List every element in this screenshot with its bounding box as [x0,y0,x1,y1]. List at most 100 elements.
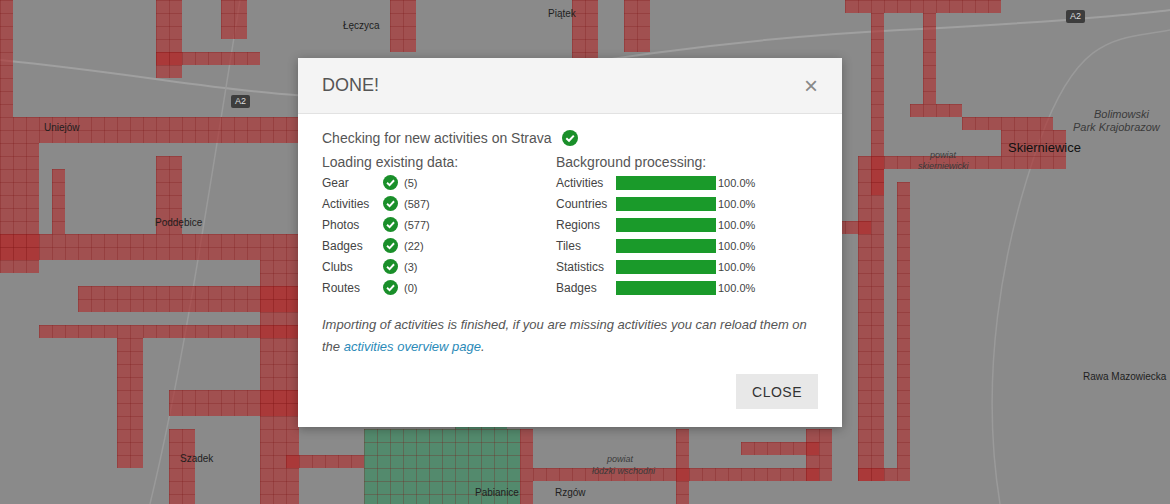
place-label: powiat [930,150,956,161]
progress-bar [616,260,716,274]
dialog-header: DONE! × [298,58,842,114]
place-label: łódzki wschodni [592,466,655,477]
place-label: Rawa Mazowiecka [1083,371,1166,383]
visited-tile-area [0,234,312,260]
tile-grid [910,104,962,117]
visited-tile-area [845,0,1001,13]
place-label: Poddębice [155,217,202,229]
visited-tile-area [0,117,299,143]
loading-count: (3) [404,261,417,273]
place-label: Szadek [180,453,213,465]
activities-link[interactable]: activities overview page [344,339,481,354]
progress-bar [616,281,716,295]
tile-grid [624,0,650,52]
tile-grid [572,0,598,65]
tile-grid [676,429,689,504]
processing-label: Countries [556,197,616,211]
check-icon [383,175,398,190]
roads [0,0,1170,504]
place-label: Łęczyca [343,20,380,32]
visited-tile-area [221,0,247,39]
progress-reading: 100.0% [718,261,755,273]
processing-label: Badges [556,281,616,295]
tile-grid [117,338,143,468]
check-label: Checking for new activities on Strava [322,130,552,146]
visited-tile-area [897,182,910,468]
progress-reading: 100.0% [718,219,755,231]
check-icon [383,259,398,274]
loading-count: (577) [404,219,430,231]
processing-label: Regions [556,218,616,232]
visited-tile-area [858,169,884,481]
processing-column: Background processing: Activities 100.0%… [556,152,755,298]
road-shield: A2 [231,95,250,108]
tile-grid [156,52,260,65]
place-label: powiat [607,454,633,465]
progress-fill [616,239,716,253]
progress-bar [616,197,716,211]
check-icon [562,130,578,146]
import-dialog: DONE! × Checking for new activities on S… [298,58,842,427]
loading-count: (587) [404,198,430,210]
loading-label: Activities [322,197,383,211]
map[interactable]: ŁęczycaPiątekA2A2UniejówPoddębiceBolimow… [0,0,1170,504]
visited-tile-area [117,338,143,468]
progress-fill [616,197,716,211]
close-button[interactable]: CLOSE [736,374,818,409]
loading-count: (0) [404,282,417,294]
dialog-footer: CLOSE [322,374,818,409]
place-label: Uniejów [44,122,80,134]
visited-tile-area [52,169,65,234]
place-label: Park Krajobrazow [1073,121,1160,134]
processing-label: Activities [556,176,616,190]
progress-fill [616,218,716,232]
progress-fill [616,176,716,190]
tile-grid [390,0,416,52]
loading-label: Clubs [322,260,383,274]
tile-grid [923,13,936,104]
visited-tile-area [0,0,13,117]
loading-row: Badges (22) [322,235,556,256]
processing-title: Background processing: [556,152,755,172]
tile-grid [858,169,884,481]
visited-tile-area [156,0,182,78]
progress-reading: 100.0% [718,198,755,210]
place-label: Bolimowski [1094,108,1149,121]
tile-grid [169,429,195,504]
place-label: Pabianice [475,487,519,499]
loading-row: Clubs (3) [322,256,556,277]
strava-check: Checking for new activities on Strava [322,130,818,146]
dialog-title: DONE! [322,75,379,96]
tile-grid [156,0,182,78]
tile-grid [897,182,910,468]
square-tile-area [364,429,520,504]
progress-bar [616,239,716,253]
processing-label: Statistics [556,260,616,274]
place-label: Rzgów [555,487,586,499]
tile-grid [221,0,247,39]
progress-bar [616,176,716,190]
visited-tile-area [858,468,910,481]
visited-tile-area [676,429,689,504]
visited-tile-area [169,429,195,504]
check-icon [383,196,398,211]
loading-count: (22) [404,240,424,252]
loading-row: Routes (0) [322,277,556,298]
import-note: Importing of activities is finished, if … [322,314,818,358]
road-shield: A2 [1066,10,1085,23]
status-columns: Loading existing data: Gear (5)Activitie… [322,152,818,298]
place-label: skierniewicki [918,161,969,172]
processing-row: Tiles 100.0% [556,235,755,256]
tile-grid [0,117,299,143]
progress-bar [616,218,716,232]
visited-tile-area [572,0,598,65]
loading-column: Loading existing data: Gear (5)Activitie… [322,152,556,298]
visited-tile-area [962,117,1053,130]
visited-tile-area [910,104,962,117]
loading-label: Badges [322,239,383,253]
loading-label: Gear [322,176,383,190]
loading-count: (5) [404,177,417,189]
tile-grid [858,468,910,481]
tile-grid [364,429,520,504]
close-icon[interactable]: × [804,74,818,98]
